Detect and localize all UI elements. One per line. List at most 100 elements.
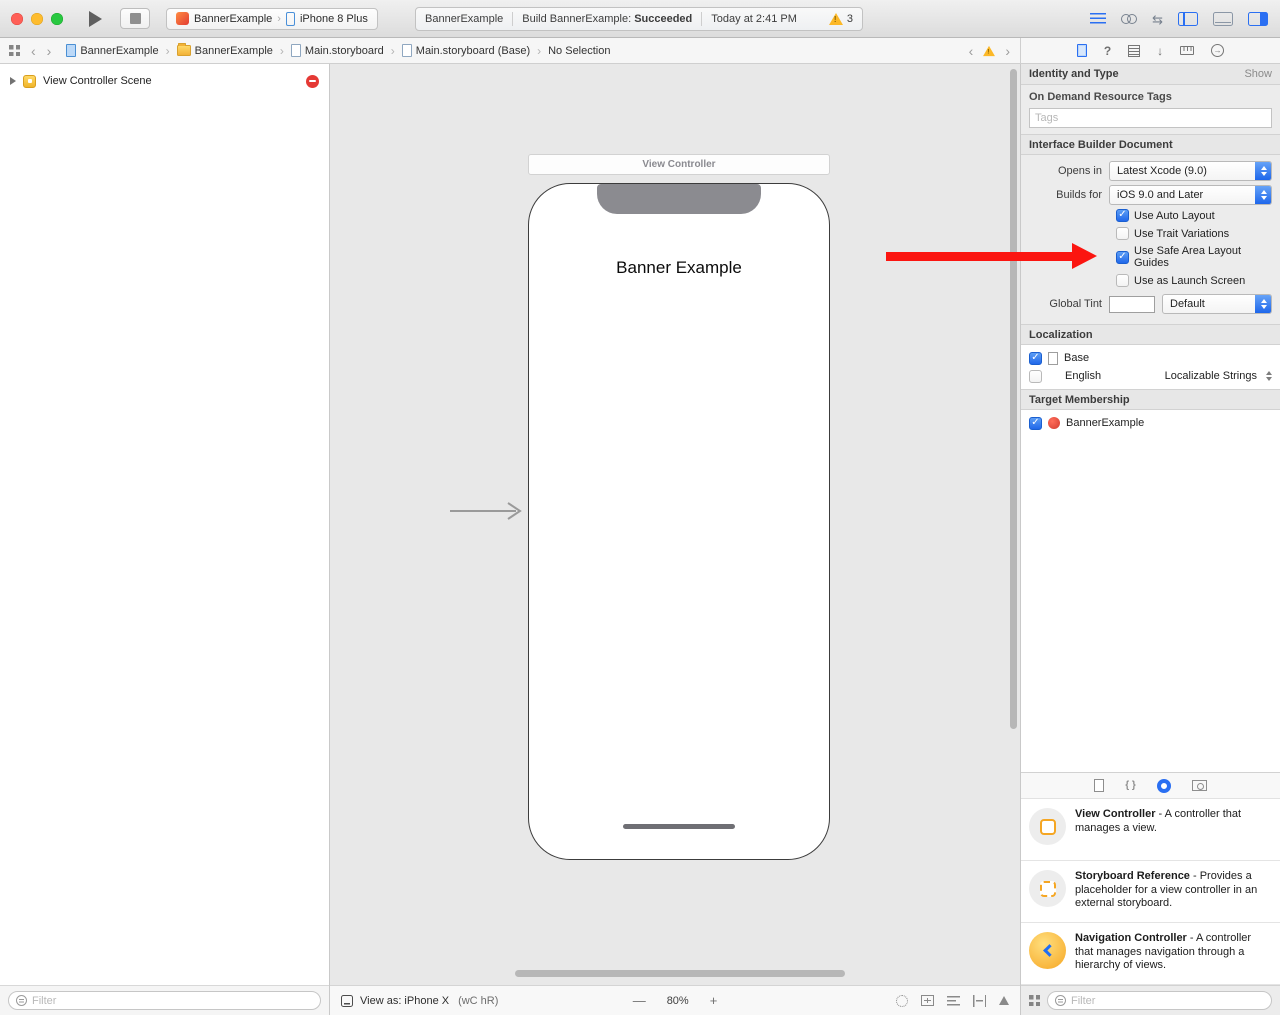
global-tint-color-well[interactable] [1109,296,1155,313]
use-as-launch-screen-checkbox[interactable] [1116,274,1129,287]
base-checkbox[interactable] [1029,352,1042,365]
scheme-selector[interactable]: BannerExample › iPhone 8 Plus [166,8,378,30]
quick-help-inspector-tab[interactable]: ? [1104,44,1111,58]
breadcrumb-selection[interactable]: No Selection [548,45,610,57]
use-auto-layout-checkbox[interactable] [1116,209,1129,222]
library-item-storyboard-reference[interactable]: Storyboard Reference - Provides a placeh… [1021,861,1280,923]
tags-input[interactable] [1029,108,1272,128]
minimize-window-button[interactable] [31,13,43,25]
forward-button[interactable]: › [47,44,52,58]
device-icon [286,12,295,26]
outline-filter-input[interactable] [32,995,313,1007]
outline-filter-bar [0,985,329,1015]
add-constraints-icon[interactable] [973,995,986,1007]
previous-issue-button[interactable]: ‹ [969,44,974,58]
library-item-view-controller[interactable]: View Controller - A controller that mana… [1021,799,1280,861]
standard-editor-button[interactable] [1090,13,1106,26]
zoom-controls: — 80% + [633,993,718,1008]
outline-filter-field[interactable] [8,991,321,1010]
warning-count-badge[interactable]: 3 [829,13,853,25]
chevron-separator-icon [391,44,395,58]
storyboard-entry-point-arrow[interactable] [450,501,530,521]
stepper-arrows-icon[interactable] [1266,371,1272,381]
run-destination: iPhone 8 Plus [300,13,368,25]
activity-viewer: BannerExample Build BannerExample: Succe… [415,7,863,31]
builds-for-popup[interactable]: iOS 9.0 and Later [1109,185,1272,205]
status-build-text: Build BannerExample: Succeeded [522,13,692,25]
localization-row-base[interactable]: Base [1021,349,1280,367]
connections-inspector-tab[interactable]: → [1211,44,1224,57]
identity-inspector-tab[interactable] [1128,45,1140,57]
breadcrumb-group[interactable]: BannerExample [177,45,273,57]
opens-in-popup[interactable]: Latest Xcode (9.0) [1109,161,1272,181]
odr-tags-label: On Demand Resource Tags [1029,91,1272,103]
storyboard-reference-icon [1029,870,1066,907]
zoom-in-button[interactable]: + [710,993,718,1008]
storyboard-canvas[interactable]: View Controller Banner Example View as: … [330,64,1020,1015]
horizontal-scrollbar[interactable] [515,970,845,977]
file-template-library-tab[interactable] [1094,779,1104,792]
library-filter-input[interactable] [1071,995,1264,1007]
app-target-icon [1048,417,1060,429]
view-as-button[interactable]: View as: iPhone X (wC hR) [341,995,498,1007]
warning-icon [829,13,843,25]
related-items-icon[interactable] [9,45,20,56]
zoom-out-button[interactable]: — [633,993,646,1008]
fullscreen-window-button[interactable] [51,13,63,25]
localizable-strings-popup[interactable]: Localizable Strings [1165,370,1257,382]
file-inspector-tab[interactable] [1077,44,1087,57]
show-link[interactable]: Show [1244,68,1272,80]
stop-button[interactable] [120,8,150,29]
version-editor-button[interactable]: ⇆ [1152,13,1163,26]
error-badge[interactable] [306,75,319,88]
outline-view-controller-scene[interactable]: View Controller Scene [0,72,329,90]
media-library-tab[interactable] [1192,780,1207,791]
breadcrumb-project[interactable]: BannerExample [66,44,158,57]
back-button[interactable]: ‹ [31,44,36,58]
home-indicator [623,824,735,829]
global-tint-popup[interactable]: Default [1162,294,1272,314]
localization-row-english[interactable]: English Localizable Strings [1021,367,1280,385]
chevron-separator-icon [280,44,284,58]
toggle-navigator-button[interactable] [1178,12,1198,26]
banner-example-label[interactable]: Banner Example [529,258,829,278]
size-inspector-tab[interactable] [1180,46,1194,55]
vertical-scrollbar[interactable] [1010,69,1017,729]
storyboard-file-icon [291,44,301,57]
close-window-button[interactable] [11,13,23,25]
target-membership-table: BannerExample [1021,410,1280,436]
view-controller-view[interactable]: Banner Example [528,183,830,860]
target-row-bannerexample[interactable]: BannerExample [1021,414,1280,432]
english-checkbox[interactable] [1029,370,1042,383]
status-project: BannerExample [425,13,503,25]
warning-icon[interactable] [983,45,995,55]
popup-arrows-icon [1255,161,1272,181]
view-controller-header[interactable]: View Controller [528,154,830,175]
code-snippet-library-tab[interactable]: { } [1125,780,1136,791]
update-frames-icon[interactable] [896,995,908,1007]
localization-table: Base English Localizable Strings [1021,345,1280,389]
run-button[interactable] [89,11,102,27]
canvas-bottom-bar: View as: iPhone X (wC hR) — 80% + [330,985,1020,1015]
align-icon[interactable] [947,995,960,1006]
embed-in-stack-icon[interactable] [921,995,934,1006]
breadcrumb-storyboard[interactable]: Main.storyboard [291,44,384,57]
target-checkbox[interactable] [1029,417,1042,430]
assistant-editor-button[interactable] [1121,14,1137,24]
layout-tools [896,995,1009,1007]
next-issue-button[interactable]: › [1005,44,1010,58]
toggle-debug-area-button[interactable] [1213,12,1233,26]
grid-view-icon[interactable] [1029,995,1040,1006]
object-library-tab[interactable] [1157,779,1171,793]
breadcrumb-storyboard-base[interactable]: Main.storyboard (Base) [402,44,530,57]
library-item-navigation-controller[interactable]: Navigation Controller - A controller tha… [1021,923,1280,985]
library-filter-field[interactable] [1047,991,1272,1010]
disclosure-triangle-icon[interactable] [10,77,16,85]
use-safe-area-layout-guides-checkbox[interactable] [1116,251,1129,264]
use-trait-variations-checkbox[interactable] [1116,227,1129,240]
zoom-level[interactable]: 80% [667,995,689,1007]
toggle-inspector-button[interactable] [1248,12,1268,26]
attributes-inspector-tab[interactable]: ↓ [1157,45,1163,57]
localization-header: Localization [1021,324,1280,345]
resolve-autolayout-icon[interactable] [999,996,1009,1005]
